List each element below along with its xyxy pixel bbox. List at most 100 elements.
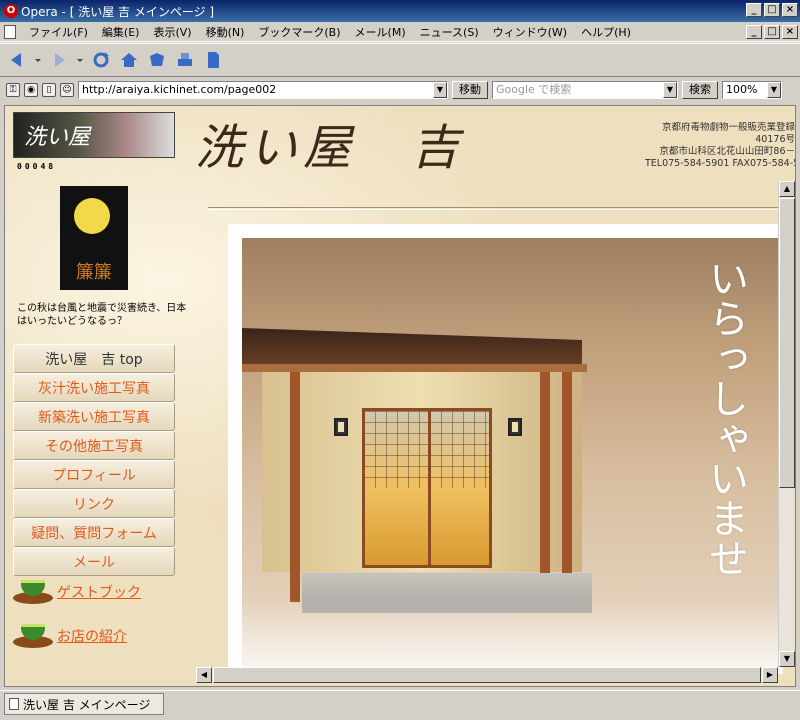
scroll-down-icon[interactable]: ▼ <box>779 651 795 667</box>
page-tab[interactable]: 洗い屋 吉 メインページ <box>4 693 164 715</box>
sliding-door <box>362 408 492 568</box>
reg-line: TEL075-584-5901 FAX075-584-5 <box>645 158 795 169</box>
scroll-left-icon[interactable]: ◀ <box>196 667 212 683</box>
menu-help[interactable]: ヘルプ(H) <box>574 24 638 40</box>
forward-icon[interactable] <box>48 49 70 71</box>
title-bar: O Opera - [ 洗い屋 吉 メインページ ] _ □ × <box>0 0 800 22</box>
opera-icon: O <box>4 4 18 18</box>
user-icon[interactable]: ☺ <box>60 83 74 97</box>
reg-line: 40176号 <box>755 134 795 145</box>
menu-bookmarks[interactable]: ブックマーク(B) <box>251 24 347 40</box>
nav-top[interactable]: 洗い屋 吉 top <box>13 344 175 373</box>
address-bar: ⚿ ◉ ▯ ☺ http://araiya.kichinet.com/page0… <box>0 79 800 101</box>
window-controls: _ □ × <box>746 3 798 17</box>
menu-edit[interactable]: 編集(E) <box>95 24 147 40</box>
tea-cup-icon <box>13 622 53 650</box>
menu-view[interactable]: 表示(V) <box>146 24 198 40</box>
menu-news[interactable]: ニュース(S) <box>413 24 486 40</box>
reg-line: 京都府毒物劇物一般販売業登録 <box>661 122 795 133</box>
site-title: 洗い屋 吉 <box>195 120 466 176</box>
hotlist-icon[interactable] <box>146 49 168 71</box>
new-page-icon[interactable] <box>202 49 224 71</box>
reg-line: 京都市山科区北花山山田町86－ <box>659 146 795 157</box>
site-nav: 洗い屋 吉 top 灰汁洗い施工写真 新築洗い施工写真 その他施工写真 プロフィ… <box>13 344 175 576</box>
zoom-select[interactable]: 100% ▼ <box>722 81 782 99</box>
menu-file[interactable]: ファイル(F) <box>22 24 95 40</box>
forward-dropdown-icon[interactable] <box>76 49 84 71</box>
nav-akuarai-photos[interactable]: 灰汁洗い施工写真 <box>13 373 175 402</box>
close-button[interactable]: × <box>782 3 798 17</box>
nav-question-form[interactable]: 疑問、質問フォーム <box>13 518 175 547</box>
site-logo[interactable]: 洗い屋 <box>13 112 175 158</box>
nav-other-photos[interactable]: その他施工写真 <box>13 431 175 460</box>
document-window-controls: _ □ × <box>746 25 798 39</box>
horizontal-scrollbar[interactable]: ◀ ▶ <box>196 667 778 683</box>
post <box>290 372 300 602</box>
page-viewport: 洗い屋 00048 洗い屋 吉 京都府毒物劇物一般販売業登録 40176号 京都… <box>4 105 796 687</box>
vertical-scrollbar[interactable]: ▲ ▼ <box>778 181 795 667</box>
doc-minimize-button[interactable]: _ <box>746 25 762 39</box>
roof-edge <box>242 364 587 372</box>
shop-intro-label[interactable]: お店の紹介 <box>57 626 127 646</box>
doc-restore-button[interactable]: □ <box>764 25 780 39</box>
vertical-scroll-thumb[interactable] <box>779 198 795 488</box>
menu-mail[interactable]: メール(M) <box>348 24 413 40</box>
back-icon[interactable] <box>6 49 28 71</box>
url-field[interactable]: http://araiya.kichinet.com/page002 ▼ <box>78 81 448 99</box>
security-icon[interactable]: ⚿ <box>6 83 20 97</box>
camera-icon[interactable]: ◉ <box>24 83 38 97</box>
home-icon[interactable] <box>118 49 140 71</box>
nav-links[interactable]: リンク <box>13 489 175 518</box>
url-dropdown-icon[interactable]: ▼ <box>433 82 447 98</box>
logo-text: 洗い屋 <box>24 125 91 150</box>
banner-text: 簾簾 <box>76 262 112 283</box>
back-dropdown-icon[interactable] <box>34 49 42 71</box>
moon-banner: 簾簾 <box>60 186 128 290</box>
lantern-icon <box>508 418 522 436</box>
go-button[interactable]: 移動 <box>452 81 488 99</box>
scroll-right-icon[interactable]: ▶ <box>762 667 778 683</box>
scroll-up-icon[interactable]: ▲ <box>779 181 795 197</box>
print-icon[interactable] <box>174 49 196 71</box>
mist <box>242 598 783 674</box>
url-text: http://araiya.kichinet.com/page002 <box>82 83 277 96</box>
lantern-icon <box>334 418 348 436</box>
page-icon[interactable]: ▯ <box>42 83 56 97</box>
minimize-button[interactable]: _ <box>746 3 762 17</box>
doc-close-button[interactable]: × <box>782 25 798 39</box>
main-image-frame: いらっしゃいませ <box>228 224 783 674</box>
nav-mail[interactable]: メール <box>13 547 175 576</box>
search-button[interactable]: 検索 <box>682 81 718 99</box>
search-dropdown-icon[interactable]: ▼ <box>663 82 677 98</box>
notice-text: この秋は台風と地震で災害続き、日本はいったいどうなるっ？ <box>17 303 187 327</box>
welcome-text: いらっしゃいませ <box>702 258 748 578</box>
entrance-photo: いらっしゃいませ <box>242 238 783 674</box>
tea-cup-icon <box>13 578 53 606</box>
guestbook-label[interactable]: ゲストブック <box>57 582 141 602</box>
horizontal-scroll-thumb[interactable] <box>213 667 761 683</box>
header-divider <box>208 207 778 210</box>
page-tab-icon <box>9 698 19 710</box>
search-placeholder: Google で検索 <box>496 83 572 96</box>
document-icon <box>4 24 16 39</box>
roof <box>242 328 582 368</box>
search-field[interactable]: Google で検索 ▼ <box>492 81 678 99</box>
guestbook-link[interactable]: ゲストブック <box>13 578 141 606</box>
post <box>540 372 550 602</box>
reload-icon[interactable] <box>90 49 112 71</box>
menu-bar: ファイル(F) 編集(E) 表示(V) 移動(N) ブックマーク(B) メール(… <box>0 22 800 42</box>
registration-info: 京都府毒物劇物一般販売業登録 40176号 京都市山科区北花山山田町86－ TE… <box>645 122 795 170</box>
navigation-toolbar <box>0 43 800 77</box>
post <box>562 372 572 602</box>
moon-icon <box>74 198 110 234</box>
zoom-value: 100% <box>726 83 758 96</box>
menu-window[interactable]: ウィンドウ(W) <box>486 24 574 40</box>
nav-profile[interactable]: プロフィール <box>13 460 175 489</box>
menu-navigate[interactable]: 移動(N) <box>199 24 252 40</box>
nav-new-build-photos[interactable]: 新築洗い施工写真 <box>13 402 175 431</box>
zoom-dropdown-icon[interactable]: ▼ <box>767 82 781 98</box>
page-tab-label: 洗い屋 吉 メインページ <box>23 697 151 712</box>
maximize-button[interactable]: □ <box>764 3 780 17</box>
shop-intro-link[interactable]: お店の紹介 <box>13 622 127 650</box>
window-title: Opera - [ 洗い屋 吉 メインページ ] <box>21 4 215 19</box>
